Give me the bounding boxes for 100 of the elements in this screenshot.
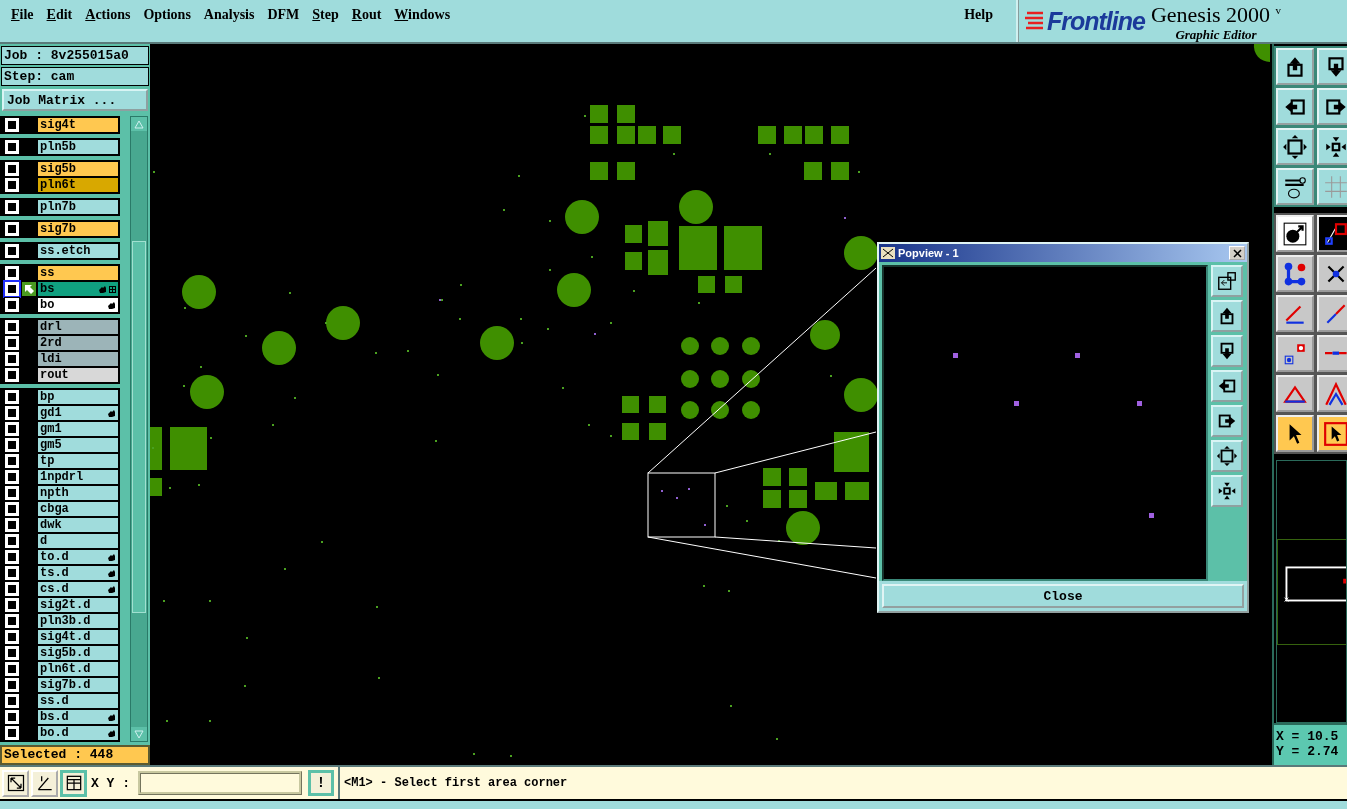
layer-name[interactable]: bs.d [38, 710, 119, 724]
layer-name[interactable]: pln7b [38, 200, 119, 214]
layer-name[interactable]: 2rd [38, 336, 119, 350]
view-tool-button[interactable] [1211, 300, 1243, 332]
job-matrix-button[interactable]: Job Matrix ... [2, 89, 148, 111]
layer-checkbox[interactable] [5, 534, 19, 548]
layer-checkbox[interactable] [5, 598, 19, 612]
menu-item[interactable]: Actions [85, 6, 138, 24]
layer-checkbox[interactable] [5, 320, 19, 334]
tool-button[interactable] [60, 769, 87, 797]
layer-name[interactable]: to.d [38, 550, 119, 564]
menu-item[interactable]: File [11, 6, 41, 24]
layer-name[interactable]: sig7b.d [38, 678, 119, 692]
layer-name[interactable]: pln5b [38, 140, 119, 154]
layer-name[interactable]: ts.d [38, 566, 119, 580]
layer-name[interactable]: bo [38, 298, 119, 312]
layer-checkbox[interactable] [5, 390, 19, 404]
round-pad [565, 200, 599, 234]
layer-checkbox[interactable] [5, 222, 19, 236]
layer-checkbox[interactable] [5, 118, 19, 132]
layer-name[interactable]: bs [38, 282, 119, 296]
layer-checkbox[interactable] [5, 486, 19, 500]
layer-name[interactable]: sig4t [38, 118, 119, 132]
layer-name[interactable]: d [38, 534, 119, 548]
layer-name[interactable]: bp [38, 390, 119, 404]
layer-checkbox[interactable] [5, 502, 19, 516]
layer-name[interactable]: ss.d [38, 694, 119, 708]
layer-name[interactable]: pln6t [38, 178, 119, 192]
layer-name[interactable]: sig7b [38, 222, 119, 236]
layer-name[interactable]: cbga [38, 502, 119, 516]
layer-checkbox[interactable] [5, 406, 19, 420]
layer-name[interactable]: gm1 [38, 422, 119, 436]
menu-item[interactable]: Step [312, 6, 346, 24]
menu-item[interactable]: Analysis [203, 6, 262, 24]
menu-item[interactable]: Options [143, 6, 198, 24]
layer-checkbox[interactable] [5, 614, 19, 628]
layer-checkbox[interactable] [5, 454, 19, 468]
alert-button[interactable]: ! [308, 770, 334, 796]
layer-checkbox[interactable] [5, 678, 19, 692]
layer-name[interactable]: sig2t.d [38, 598, 119, 612]
layer-checkbox[interactable] [5, 200, 19, 214]
layer-checkbox[interactable] [5, 244, 19, 258]
view-tool-button[interactable] [1211, 475, 1243, 507]
menu-item[interactable]: Rout [351, 6, 389, 24]
close-window-button[interactable]: Close [882, 584, 1244, 608]
menu-item[interactable]: Windows [394, 6, 458, 24]
layer-name[interactable]: npth [38, 486, 119, 500]
layer-checkbox[interactable] [5, 438, 19, 452]
layer-name[interactable]: tp [38, 454, 119, 468]
layer-name[interactable]: sig4t.d [38, 630, 119, 644]
layer-name[interactable]: rout [38, 368, 119, 382]
layer-checkbox[interactable] [5, 422, 19, 436]
layer-name[interactable]: ldi [38, 352, 119, 366]
layer-name[interactable]: 1npdrl [38, 470, 119, 484]
layer-checkbox[interactable] [5, 694, 19, 708]
layer-checkbox[interactable] [5, 518, 19, 532]
layer-checkbox[interactable] [5, 550, 19, 564]
layer-name[interactable]: cs.d [38, 582, 119, 596]
layer-checkbox[interactable] [5, 368, 19, 382]
layer-name[interactable]: gm5 [38, 438, 119, 452]
layer-checkbox[interactable] [5, 582, 19, 596]
layer-checkbox[interactable] [5, 336, 19, 350]
layer-name[interactable]: drl [38, 320, 119, 334]
layer-name[interactable]: bo.d [38, 726, 119, 740]
layer-checkbox[interactable] [5, 470, 19, 484]
layer-name[interactable]: pln6t.d [38, 662, 119, 676]
view-tool-button[interactable] [1211, 265, 1243, 297]
layer-name[interactable]: pln3b.d [38, 614, 119, 628]
scrollbar[interactable] [130, 116, 148, 742]
layer-checkbox[interactable] [5, 726, 19, 740]
round-pad [711, 401, 729, 419]
xy-input-field[interactable] [138, 771, 302, 795]
close-button[interactable] [1229, 246, 1245, 260]
layer-name[interactable]: dwk [38, 518, 119, 532]
view-tool-button[interactable] [1211, 440, 1243, 472]
help-menu[interactable]: Help [964, 6, 1000, 24]
layer-checkbox[interactable] [5, 178, 19, 192]
layer-name[interactable]: sig5b [38, 162, 119, 176]
layer-checkbox[interactable] [5, 662, 19, 676]
layer-checkbox[interactable] [5, 646, 19, 660]
view-tool-button[interactable] [1211, 370, 1243, 402]
layer-checkbox[interactable] [5, 266, 19, 280]
layer-checkbox[interactable] [5, 298, 19, 312]
menu-item[interactable]: Edit [46, 6, 80, 24]
layer-checkbox[interactable] [5, 140, 19, 154]
layer-name[interactable]: ss.etch [38, 244, 119, 258]
menu-item[interactable]: DFM [267, 6, 307, 24]
layer-checkbox[interactable] [5, 352, 19, 366]
layer-checkbox[interactable] [5, 162, 19, 176]
layer-checkbox[interactable] [5, 630, 19, 644]
layer-name[interactable]: gd1 [38, 406, 119, 420]
layer-checkbox[interactable] [5, 710, 19, 724]
layer-name[interactable]: ss [38, 266, 119, 280]
view-tool-button[interactable] [1211, 335, 1243, 367]
view-tool-button[interactable] [1211, 405, 1243, 437]
layer-name[interactable]: sig5b.d [38, 646, 119, 660]
small-grid-icon [109, 285, 117, 293]
layer-checkbox[interactable] [5, 282, 19, 296]
square-pad [763, 490, 781, 508]
layer-checkbox[interactable] [5, 566, 19, 580]
